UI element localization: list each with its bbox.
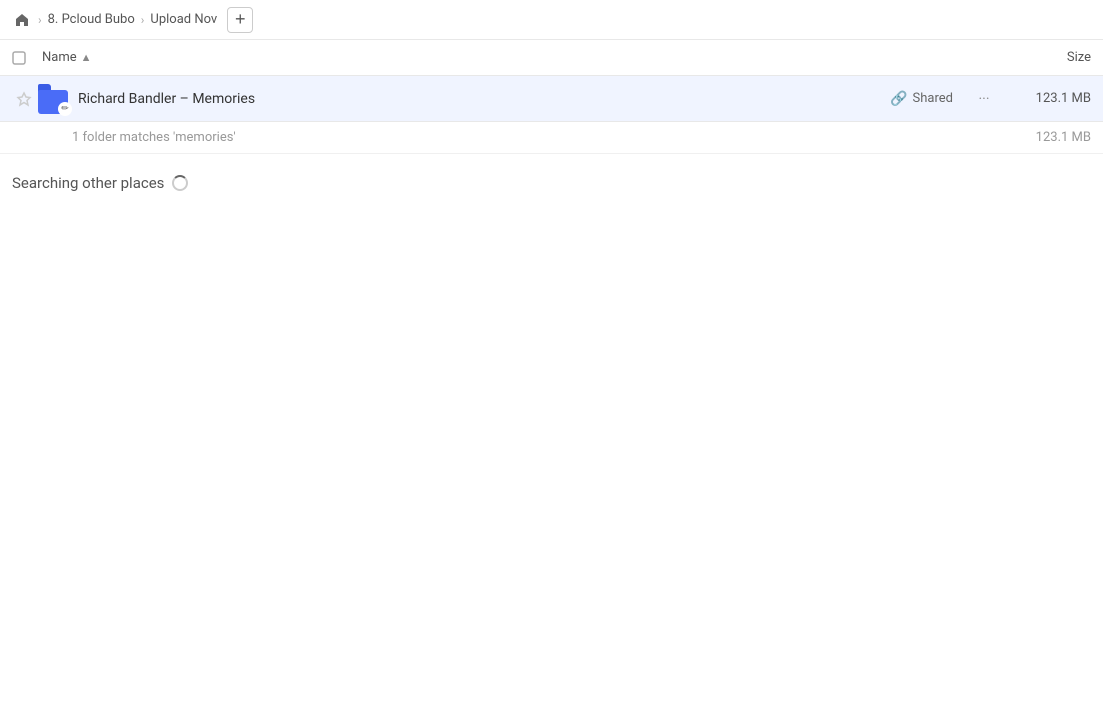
sort-arrow-icon: ▲ bbox=[81, 51, 92, 64]
star-button[interactable] bbox=[12, 91, 36, 107]
file-name[interactable]: Richard Bandler – Memories bbox=[78, 91, 863, 107]
column-header-row: Name ▲ Size bbox=[0, 40, 1103, 76]
loading-spinner bbox=[172, 175, 188, 191]
match-size: 123.1 MB bbox=[1036, 130, 1091, 145]
breadcrumb-separator-1: › bbox=[38, 13, 42, 27]
searching-other-places-row: Searching other places bbox=[0, 154, 1103, 204]
add-button[interactable]: + bbox=[227, 7, 253, 33]
breadcrumb-item-uploadnov[interactable]: Upload Nov bbox=[150, 12, 217, 27]
breadcrumb-separator-2: › bbox=[141, 13, 145, 27]
shared-label: 🔗 Shared bbox=[863, 91, 953, 107]
link-icon: 🔗 bbox=[890, 91, 907, 107]
searching-label: Searching other places bbox=[12, 174, 164, 192]
file-size: 123.1 MB bbox=[1011, 91, 1091, 106]
select-all-checkbox[interactable] bbox=[12, 51, 42, 65]
home-icon[interactable] bbox=[12, 10, 32, 30]
match-text: 1 folder matches 'memories' bbox=[72, 130, 236, 145]
breadcrumb-item-pcloud[interactable]: 8. Pcloud Bubo bbox=[48, 12, 135, 27]
pencil-badge-icon: ✏ bbox=[58, 102, 72, 116]
match-info-row: 1 folder matches 'memories' 123.1 MB bbox=[0, 122, 1103, 154]
more-options-button[interactable]: ··· bbox=[969, 91, 999, 107]
breadcrumb-bar: › 8. Pcloud Bubo › Upload Nov + bbox=[0, 0, 1103, 40]
name-column-header[interactable]: Name ▲ bbox=[42, 50, 991, 65]
file-row[interactable]: ✏ Richard Bandler – Memories 🔗 Shared ··… bbox=[0, 76, 1103, 122]
size-column-header[interactable]: Size bbox=[991, 50, 1091, 65]
folder-icon: ✏ bbox=[36, 84, 72, 114]
